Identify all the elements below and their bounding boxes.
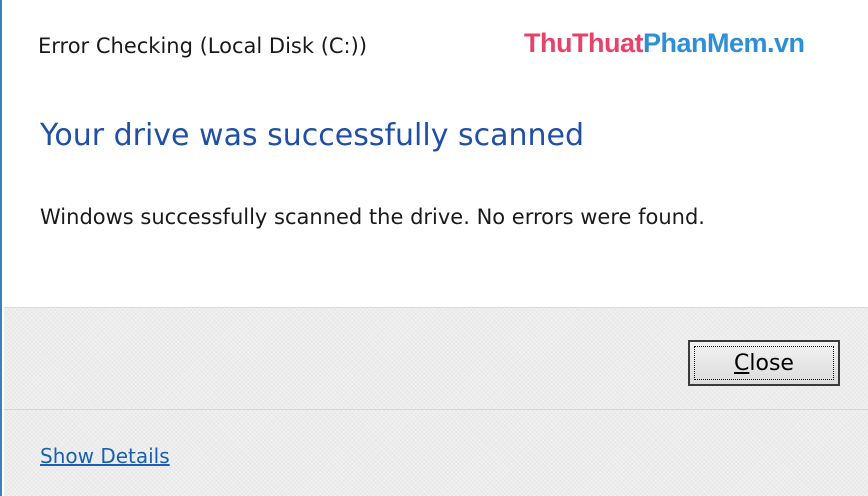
close-button[interactable]: Close [688, 340, 840, 386]
focus-rectangle [694, 346, 834, 380]
window-title: Error Checking (Local Disk (C:)) [38, 34, 368, 58]
button-area: Close [4, 307, 868, 410]
watermark-part-1: ThuThuat [524, 28, 643, 58]
main-instruction: Your drive was successfully scanned [40, 118, 585, 153]
watermark-logo: ThuThuatPhanMem.vn [524, 28, 805, 59]
result-message: Windows successfully scanned the drive. … [40, 205, 705, 229]
title-bar[interactable]: Error Checking (Local Disk (C:)) ThuThua… [4, 0, 868, 92]
error-checking-dialog: Error Checking (Local Disk (C:)) ThuThua… [0, 0, 868, 496]
dialog-footer: Show Details [4, 409, 868, 496]
show-details-link[interactable]: Show Details [40, 444, 170, 468]
dialog-content: Your drive was successfully scanned Wind… [4, 92, 868, 307]
watermark-part-2: PhanMem.vn [642, 28, 805, 58]
